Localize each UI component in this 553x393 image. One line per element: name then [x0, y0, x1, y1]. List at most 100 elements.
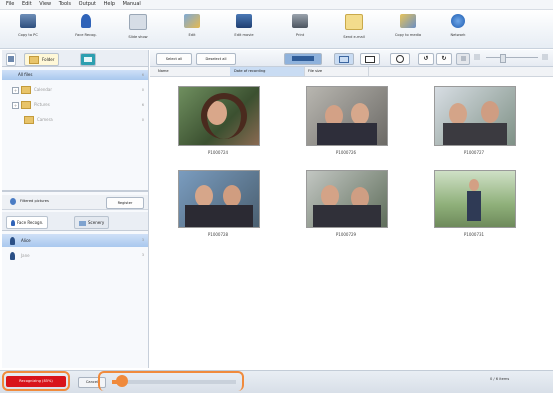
face-region: [481, 101, 499, 123]
photo-image: [434, 170, 516, 228]
thumbnail-view-button[interactable]: [334, 53, 354, 65]
menu-file[interactable]: File: [6, 1, 14, 7]
menu-output[interactable]: Output: [79, 1, 96, 7]
edit-button[interactable]: Edit: [170, 14, 214, 37]
person-item-alice[interactable]: Alice 3: [2, 234, 148, 247]
tree-item-calendar[interactable]: + Calendar 0: [2, 85, 148, 95]
calendar-icon: [8, 56, 14, 62]
edit-movie-label: Edit movie: [234, 33, 254, 37]
folder-tab[interactable]: Folder: [24, 53, 60, 66]
photo-image: [306, 170, 388, 228]
calendar-tab[interactable]: [6, 53, 16, 66]
print-button[interactable]: Print: [278, 14, 322, 37]
menu-view[interactable]: View: [39, 1, 51, 7]
face-region: [321, 185, 339, 207]
clothing-region: [317, 123, 377, 145]
copy-to-media-icon: [400, 14, 416, 28]
clothing-region: [313, 205, 381, 227]
copy-to-pc-button[interactable]: Copy to PC: [6, 14, 50, 37]
view-mode-button[interactable]: [284, 53, 322, 65]
printer-icon: [292, 14, 308, 28]
face-region: [351, 103, 369, 125]
thumbnail-pane: Select all Deselect all ↺ ↻ Name Date of…: [150, 50, 553, 368]
rotate-left-button[interactable]: ↺: [418, 53, 434, 65]
photo-image: [306, 86, 388, 146]
photo-image: [434, 86, 516, 146]
trash-icon: [460, 56, 466, 61]
send-email-label: Send e-mail: [343, 35, 365, 39]
folder-icon: [24, 116, 34, 124]
face-region: [449, 103, 467, 125]
edit-movie-icon: [236, 14, 252, 28]
zoom-slider[interactable]: [486, 57, 538, 58]
zoom-in-icon[interactable]: [542, 54, 548, 60]
tree-item-pictures[interactable]: + Pictures 6: [2, 100, 148, 110]
pane-splitter[interactable]: [2, 190, 148, 192]
thumbnail-item[interactable]: P1000724: [178, 86, 260, 155]
deselect-all-button[interactable]: Deselect all: [196, 53, 236, 65]
expand-icon[interactable]: +: [12, 101, 19, 109]
person-icon: [10, 252, 15, 260]
column-date[interactable]: Date of recording: [230, 67, 305, 76]
send-email-button[interactable]: Send e-mail: [332, 14, 376, 39]
menu-help[interactable]: Help: [104, 1, 115, 7]
rotate-button[interactable]: [390, 53, 410, 65]
rotate-right-button[interactable]: ↻: [436, 53, 452, 65]
figure-region: [467, 191, 481, 221]
thumbnail-toolbar: Select all Deselect all ↺ ↻: [150, 50, 553, 67]
tree-item-count: 6: [141, 73, 144, 77]
slideshow-icon: [129, 14, 147, 30]
tree-item-camera[interactable]: Camera 0: [2, 115, 148, 125]
face-recognition-tab[interactable]: Face Recogn.: [6, 216, 49, 229]
menu-edit[interactable]: Edit: [22, 1, 32, 7]
column-size[interactable]: File size: [304, 67, 369, 76]
thumbnail-item[interactable]: P1000726: [306, 86, 388, 155]
thumbnail-item[interactable]: P1000731: [434, 170, 516, 237]
menu-bar: File Edit View Tools Output Help Manual: [0, 0, 553, 10]
tree-item-count: 6: [141, 103, 144, 107]
slide-show-label: Slide show: [128, 35, 148, 39]
network-button[interactable]: Network: [436, 14, 480, 37]
menu-manual[interactable]: Manual: [123, 1, 141, 7]
copy-to-media-button[interactable]: Copy to media: [386, 14, 430, 37]
person-icon: [81, 14, 91, 28]
zoom-out-icon[interactable]: [474, 54, 480, 60]
media-tab[interactable]: [80, 53, 96, 66]
face-recognition-button[interactable]: Face Recog.: [64, 14, 108, 37]
thumbnail-item[interactable]: P1000728: [178, 170, 260, 237]
folder-icon: [21, 86, 31, 94]
tree-item-count: 0: [141, 118, 144, 122]
delete-button[interactable]: [456, 53, 470, 65]
thumbnail-item[interactable]: P1000729: [306, 170, 388, 237]
select-all-button[interactable]: Select all: [156, 53, 192, 65]
column-name[interactable]: Name: [154, 67, 231, 76]
menu-tools[interactable]: Tools: [59, 1, 71, 7]
rotate-left-icon: ↺: [423, 55, 429, 62]
thumbnail-name: P1000727: [463, 150, 485, 155]
face-tab-header: Face Recogn. Scenery: [2, 212, 148, 231]
network-label: Network: [450, 33, 466, 37]
expand-icon[interactable]: +: [12, 86, 19, 94]
thumbnail-item[interactable]: P1000727: [434, 86, 516, 155]
person-item-jane[interactable]: Jane 3: [2, 249, 148, 262]
single-view-button[interactable]: [360, 53, 380, 65]
left-pane: Folder All files 6 + Calendar 0 + Pictures…: [2, 50, 149, 368]
print-label: Print: [295, 33, 305, 37]
slide-show-button[interactable]: Slide show: [116, 14, 160, 39]
thumbnail-name: P1000731: [463, 232, 485, 237]
edit-label: Edit: [188, 33, 196, 37]
zoom-slider-handle[interactable]: [500, 54, 506, 63]
photo-image: [178, 86, 260, 146]
tree-item-count: 0: [141, 88, 144, 92]
face-region: [195, 185, 213, 207]
tree-item-all-files[interactable]: All files 6: [2, 70, 148, 80]
scenery-tab[interactable]: Scenery: [74, 216, 110, 229]
register-button[interactable]: Register: [106, 197, 144, 209]
folder-icon: [29, 56, 39, 64]
edit-movie-button[interactable]: Edit movie: [222, 14, 266, 37]
folder-icon: [21, 101, 31, 109]
edit-icon: [184, 14, 200, 28]
single-view-icon: [365, 56, 375, 63]
person-name: Jane: [21, 253, 30, 258]
view-mode-icon: [292, 56, 314, 61]
